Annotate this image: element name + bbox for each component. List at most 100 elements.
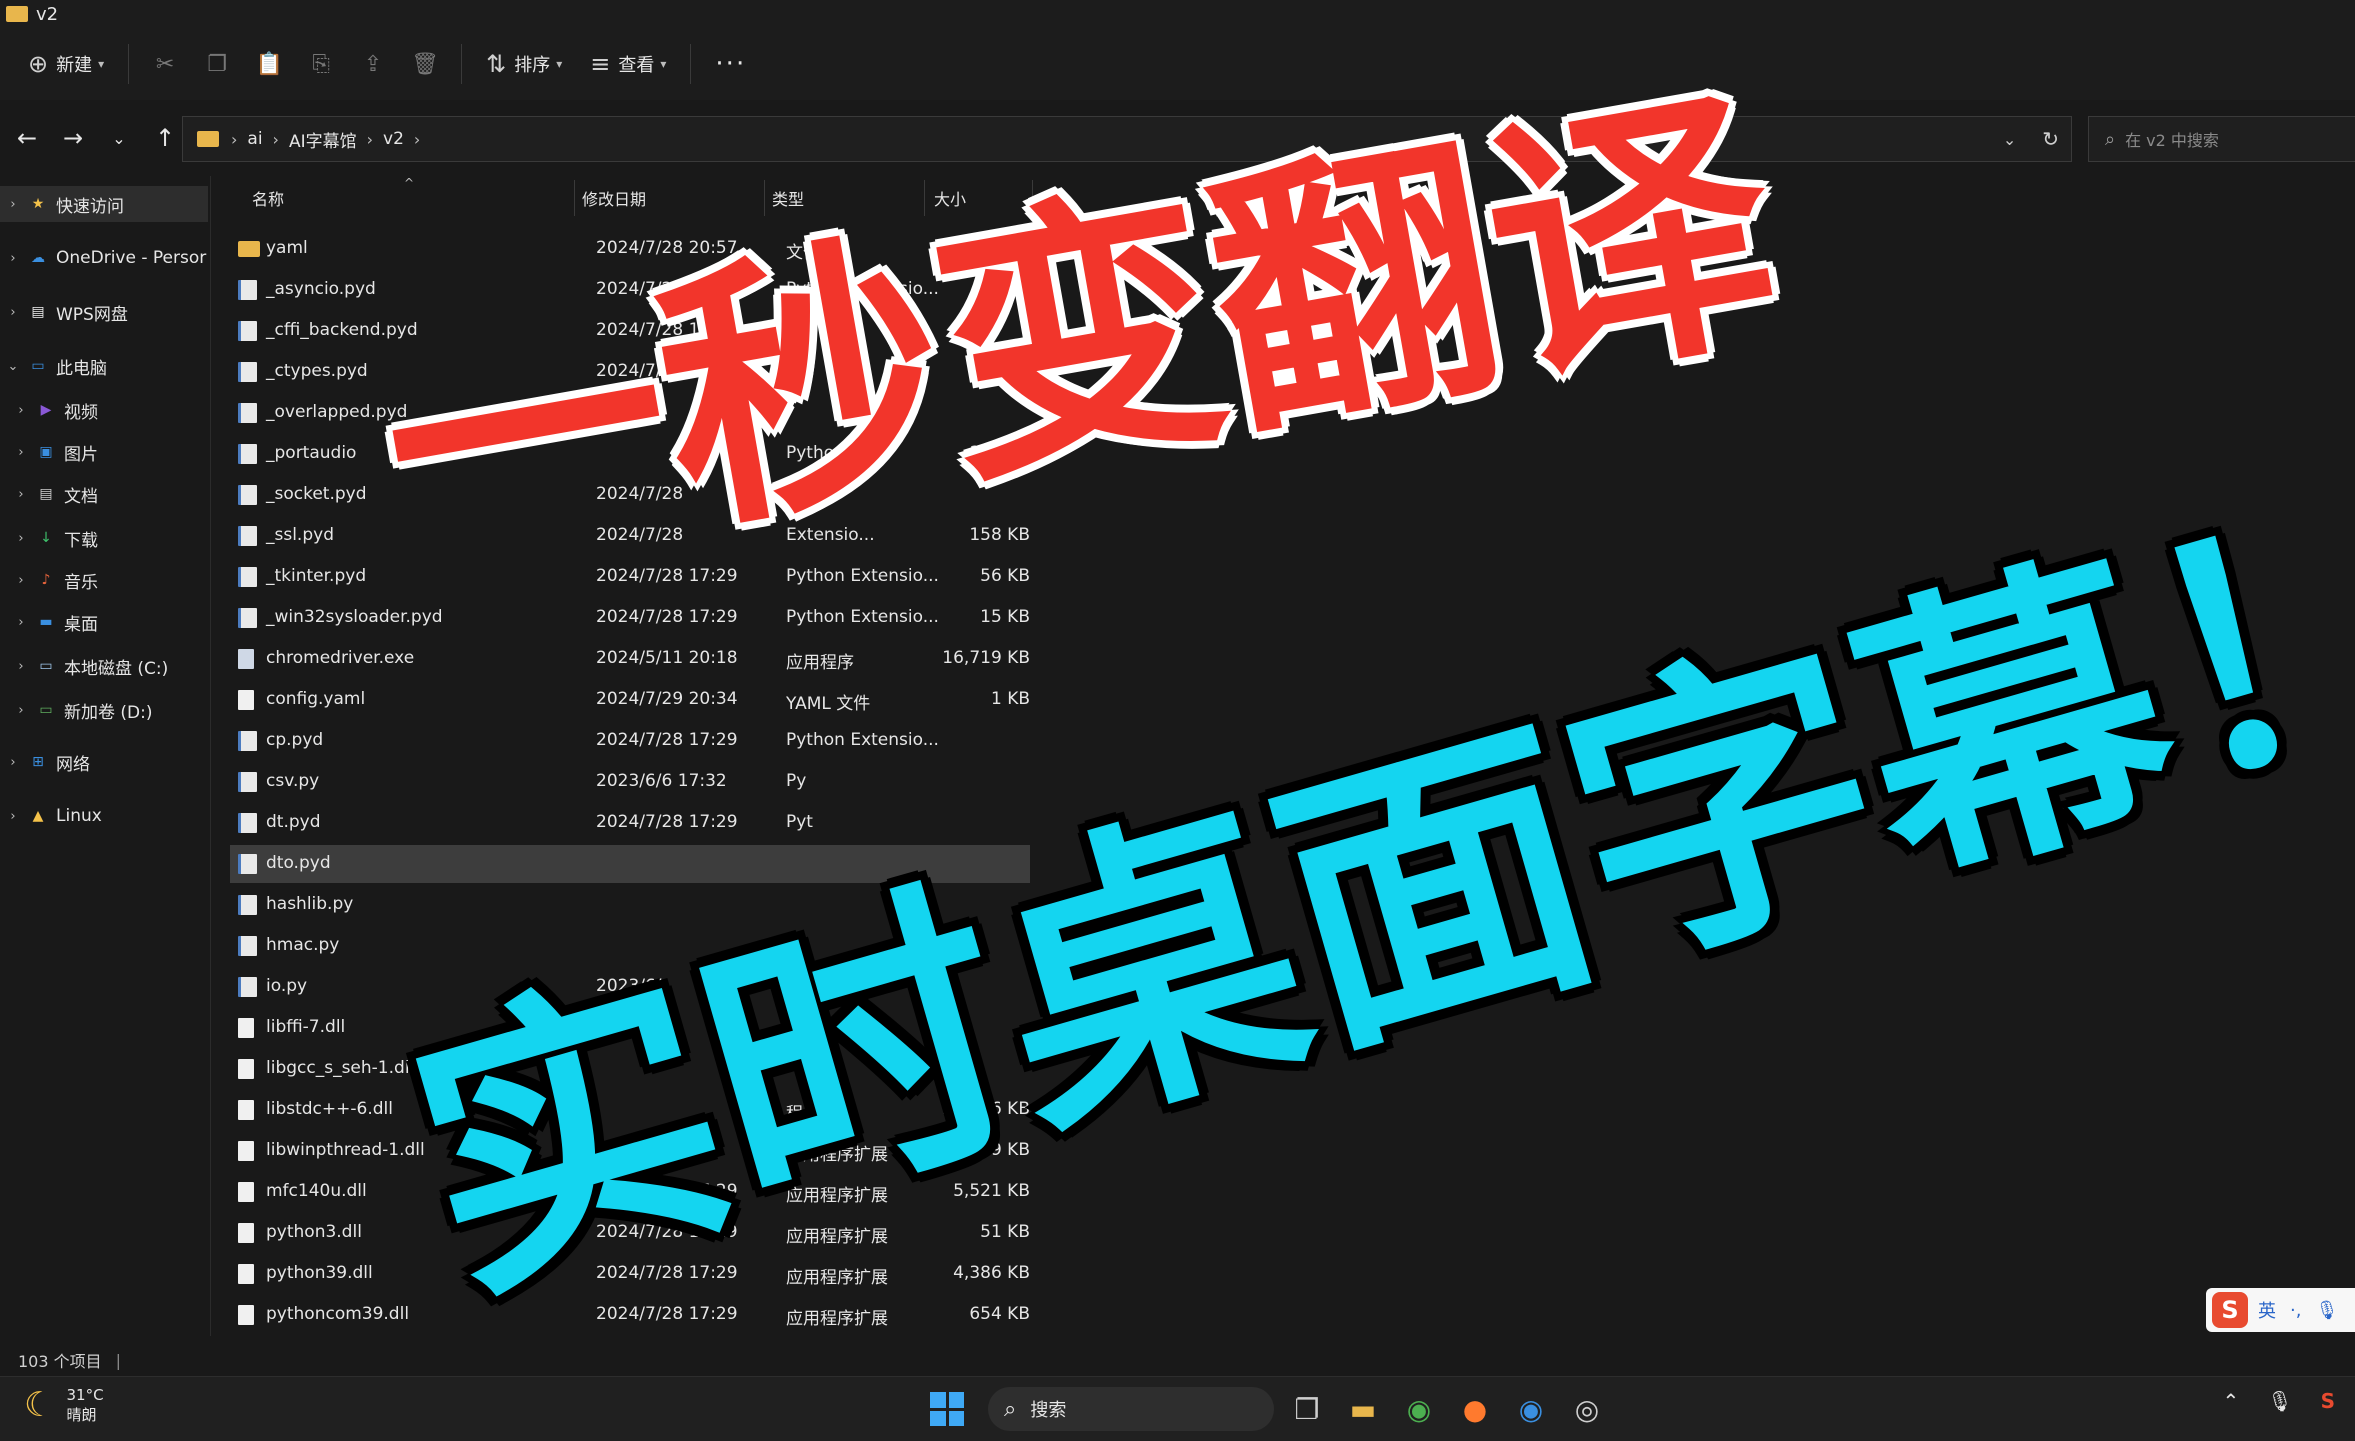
file-row[interactable]: chromedriver.exe 2024/5/11 20:18 应用程序 16,71…: [230, 640, 1030, 678]
breadcrumb-item[interactable]: AI字幕馆: [289, 127, 357, 152]
desktop-icon: ▬: [39, 614, 53, 630]
toolbar-divider: [461, 44, 463, 84]
new-label: 新建: [56, 55, 93, 76]
rename-icon[interactable]: ⎘: [295, 40, 347, 88]
file-name: csv.py: [266, 771, 320, 791]
taskbar-search[interactable]: ⌕ 搜索: [988, 1387, 1274, 1431]
taskbar-search-label: 搜索: [1030, 1400, 1067, 1421]
breadcrumb-item[interactable]: ai: [247, 129, 262, 149]
delete-icon[interactable]: 🗑: [399, 40, 451, 88]
file-type: YAML 文件: [786, 694, 871, 714]
app-icon[interactable]: ◎: [1564, 1386, 1610, 1432]
file-name: pythoncom39.dll: [266, 1304, 410, 1324]
back-arrow-icon[interactable]: ←: [4, 115, 50, 161]
ime-language[interactable]: 英: [2258, 1297, 2276, 1323]
chevron-right-icon[interactable]: ›: [4, 305, 22, 320]
chevron-right-icon[interactable]: ›: [12, 531, 30, 546]
copy-icon[interactable]: ❐: [191, 40, 243, 88]
file-name: config.yaml: [266, 689, 366, 709]
python-file-icon: [238, 936, 257, 956]
sort-button[interactable]: ⇅ 排序 ▾: [472, 40, 576, 88]
tray-overflow-icon[interactable]: ⌃: [2222, 1389, 2239, 1413]
sidebar-item-label: 视频: [64, 402, 98, 423]
file-name: libstdc++-6.dll: [266, 1099, 393, 1119]
sidebar-item[interactable]: ⌄ ▭ 此电脑: [0, 348, 208, 384]
sidebar-item[interactable]: › ▶ 视频: [0, 392, 208, 428]
chevron-right-icon[interactable]: ›: [12, 445, 30, 460]
video-icon: ▶: [40, 402, 52, 418]
history-dropdown-icon[interactable]: ⌄: [2003, 130, 2016, 149]
file-date: 2024/7/28 17:29: [596, 607, 738, 627]
sidebar-item-label: 网络: [56, 754, 90, 775]
more-options-button[interactable]: ···: [701, 49, 760, 79]
file-size: 654 KB: [969, 1304, 1030, 1324]
column-header-name[interactable]: 名称: [252, 180, 284, 216]
breadcrumb-item[interactable]: v2: [383, 129, 404, 149]
view-button[interactable]: ≡ 查看 ▾: [576, 40, 680, 88]
recent-chevron-icon[interactable]: ⌄: [96, 115, 142, 161]
window-title: v2: [36, 3, 59, 25]
sidebar-item[interactable]: › ☁ OneDrive - Persor: [0, 240, 208, 276]
microphone-icon[interactable]: 🎙: [2267, 1389, 2292, 1413]
chevron-right-icon[interactable]: ›: [4, 197, 22, 212]
share-icon[interactable]: ⇪: [347, 40, 399, 88]
sidebar-item-label: 本地磁盘 (C:): [64, 658, 169, 679]
refresh-icon[interactable]: ↻: [2042, 127, 2059, 151]
chevron-right-icon[interactable]: ›: [12, 403, 30, 418]
chevron-right-icon[interactable]: ›: [4, 251, 22, 266]
sidebar-item[interactable]: › ▤ 文档: [0, 476, 208, 512]
forward-arrow-icon[interactable]: →: [50, 115, 96, 161]
chevron-down-icon[interactable]: ⌄: [4, 359, 22, 374]
sogou-tray-icon[interactable]: S: [2321, 1389, 2335, 1413]
file-name: libgcc_s_seh-1.dll: [266, 1058, 415, 1078]
weather-condition: 晴朗: [66, 1406, 97, 1424]
chrome-icon[interactable]: ◉: [1396, 1386, 1442, 1432]
search-box[interactable]: ⌕ 在 v2 中搜索: [2088, 116, 2355, 162]
sidebar-item[interactable]: › ▲ Linux: [0, 798, 208, 834]
file-explorer-icon[interactable]: ▬: [1340, 1386, 1386, 1432]
sidebar-item[interactable]: › ★ 快速访问: [0, 186, 208, 222]
file-size: 56 KB: [980, 566, 1030, 586]
chevron-right-icon[interactable]: ›: [12, 573, 30, 588]
folder-icon: [197, 131, 219, 147]
python-file-icon: [238, 731, 257, 751]
sidebar-item[interactable]: › ⊞ 网络: [0, 744, 208, 780]
sidebar-item[interactable]: › ▬ 桌面: [0, 604, 208, 640]
file-row[interactable]: cp.pyd 2024/7/28 17:29 Python Extensio...: [230, 722, 1030, 760]
chevron-right-icon[interactable]: ›: [12, 659, 30, 674]
sidebar-item[interactable]: › ▤ WPS网盘: [0, 294, 208, 330]
cut-icon[interactable]: ✂: [139, 40, 191, 88]
file-name: libffi-7.dll: [266, 1017, 346, 1037]
file-icon: [238, 690, 254, 710]
file-icon: [238, 1223, 254, 1243]
windows-start-icon[interactable]: [930, 1392, 964, 1426]
chevron-right-icon[interactable]: ›: [12, 615, 30, 630]
file-name: _portaudio: [266, 443, 357, 463]
chevron-right-icon[interactable]: ›: [12, 487, 30, 502]
weather-widget[interactable]: ☾ 31°C 晴朗: [24, 1385, 104, 1425]
task-view-icon[interactable]: ❐: [1284, 1386, 1330, 1432]
breadcrumb-separator-icon: ›: [366, 129, 374, 149]
microphone-icon[interactable]: 🎙: [2315, 1300, 2338, 1321]
ime-toolbar[interactable]: S 英 ·, 🎙: [2206, 1288, 2355, 1332]
ime-punctuation[interactable]: ·,: [2290, 1300, 2301, 1321]
sidebar-item[interactable]: › ♪ 音乐: [0, 562, 208, 598]
sidebar-item[interactable]: › ↓ 下载: [0, 520, 208, 556]
file-row[interactable]: _win32sysloader.pyd 2024/7/28 17:29 Python…: [230, 599, 1030, 637]
firefox-icon[interactable]: ●: [1452, 1386, 1498, 1432]
sidebar-item-label: 图片: [64, 444, 98, 465]
computer-icon: ▭: [31, 358, 45, 374]
sidebar-item-label: 音乐: [64, 572, 98, 593]
chrome-profile-icon[interactable]: ◉: [1508, 1386, 1554, 1432]
file-type: Python Extensio...: [786, 607, 939, 627]
sidebar-item[interactable]: › ▭ 新加卷 (D:): [0, 692, 208, 728]
sidebar-item[interactable]: › ▭ 本地磁盘 (C:): [0, 648, 208, 684]
chevron-right-icon[interactable]: ›: [4, 809, 22, 824]
sidebar-item[interactable]: › ▣ 图片: [0, 434, 208, 470]
search-icon: ⌕: [1004, 1396, 1017, 1422]
file-row[interactable]: config.yaml 2024/7/29 20:34 YAML 文件 1 KB: [230, 681, 1030, 719]
chevron-right-icon[interactable]: ›: [12, 703, 30, 718]
new-button[interactable]: ⊕ 新建 ▾: [14, 40, 118, 88]
paste-icon[interactable]: 📋: [243, 40, 295, 88]
chevron-right-icon[interactable]: ›: [4, 755, 22, 770]
